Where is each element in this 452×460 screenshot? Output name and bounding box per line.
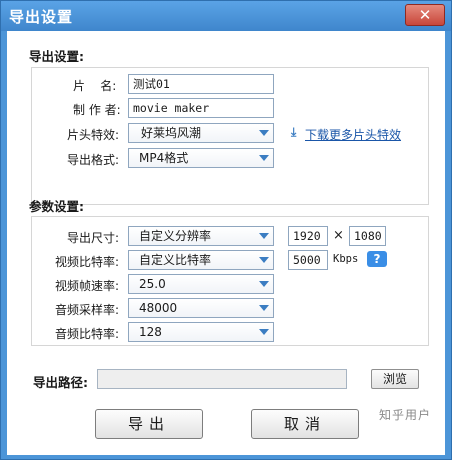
dialog-body: 导出设置: 片 名: 测试01 制 作 者: movie maker 片头特效:… bbox=[7, 31, 445, 455]
audio-bitrate-label: 音频比特率: bbox=[55, 327, 120, 341]
export-settings-title: 导出设置: bbox=[29, 49, 84, 64]
audio-bitrate-value: 128 bbox=[139, 325, 162, 339]
film-name-input[interactable]: 测试01 bbox=[128, 74, 274, 94]
audio-sample-label: 音频采样率: bbox=[55, 303, 120, 317]
window-title: 导出设置 bbox=[9, 8, 74, 26]
frame-rate-value: 25.0 bbox=[139, 277, 166, 291]
frame-rate-select[interactable]: 25.0 bbox=[128, 274, 274, 294]
chevron-down-icon bbox=[259, 281, 269, 287]
format-select[interactable]: MP4格式 bbox=[128, 148, 274, 168]
chevron-down-icon bbox=[259, 233, 269, 239]
size-select[interactable]: 自定义分辨率 bbox=[128, 226, 274, 246]
chevron-down-icon bbox=[259, 130, 269, 136]
size-value: 自定义分辨率 bbox=[139, 229, 212, 243]
video-bitrate-value: 自定义比特率 bbox=[139, 253, 212, 267]
close-icon: ✕ bbox=[418, 6, 432, 24]
chevron-down-icon bbox=[259, 305, 269, 311]
help-icon[interactable]: ? bbox=[367, 251, 387, 267]
author-input[interactable]: movie maker bbox=[128, 98, 274, 118]
intro-effect-label: 片头特效: bbox=[67, 128, 120, 142]
chevron-down-icon bbox=[259, 257, 269, 263]
output-path-input[interactable] bbox=[97, 369, 347, 389]
author-label: 制 作 者: bbox=[73, 103, 121, 117]
cancel-button[interactable]: 取消 bbox=[251, 409, 359, 439]
watermark: 知乎用户 bbox=[379, 408, 432, 422]
export-dialog: 导出设置 ✕ 导出设置: 片 名: 测试01 制 作 者: movie make… bbox=[0, 0, 452, 460]
close-button[interactable]: ✕ bbox=[405, 4, 445, 26]
param-settings-title: 参数设置: bbox=[29, 199, 84, 214]
video-bitrate-select[interactable]: 自定义比特率 bbox=[128, 250, 274, 270]
chevron-down-icon bbox=[259, 329, 269, 335]
height-input[interactable]: 1080 bbox=[349, 226, 386, 246]
format-label: 导出格式: bbox=[67, 153, 120, 167]
video-bitrate-input[interactable]: 5000 bbox=[288, 250, 328, 270]
format-value: MP4格式 bbox=[139, 151, 189, 165]
audio-sample-value: 48000 bbox=[139, 301, 178, 315]
bitrate-unit: Kbps bbox=[333, 253, 359, 265]
chevron-down-icon bbox=[259, 155, 269, 161]
download-more-effects-link[interactable]: 下载更多片头特效 bbox=[305, 126, 401, 143]
film-name-label: 片 名: bbox=[73, 79, 117, 93]
audio-bitrate-select[interactable]: 128 bbox=[128, 322, 274, 342]
width-input[interactable]: 1920 bbox=[288, 226, 328, 246]
browse-button[interactable]: 浏览 bbox=[371, 369, 419, 389]
frame-rate-label: 视频帧速率: bbox=[55, 279, 120, 293]
download-icon[interactable]: ⤓ bbox=[291, 125, 296, 140]
output-path-label: 导出路径: bbox=[33, 375, 88, 390]
video-bitrate-label: 视频比特率: bbox=[55, 255, 120, 269]
intro-effect-select[interactable]: 好莱坞风潮 bbox=[128, 123, 274, 143]
export-button[interactable]: 导出 bbox=[95, 409, 203, 439]
times-sign: × bbox=[333, 228, 344, 243]
audio-sample-select[interactable]: 48000 bbox=[128, 298, 274, 318]
intro-effect-value: 好莱坞风潮 bbox=[141, 126, 202, 140]
size-label: 导出尺寸: bbox=[67, 231, 120, 245]
title-bar[interactable]: 导出设置 ✕ bbox=[1, 1, 451, 31]
